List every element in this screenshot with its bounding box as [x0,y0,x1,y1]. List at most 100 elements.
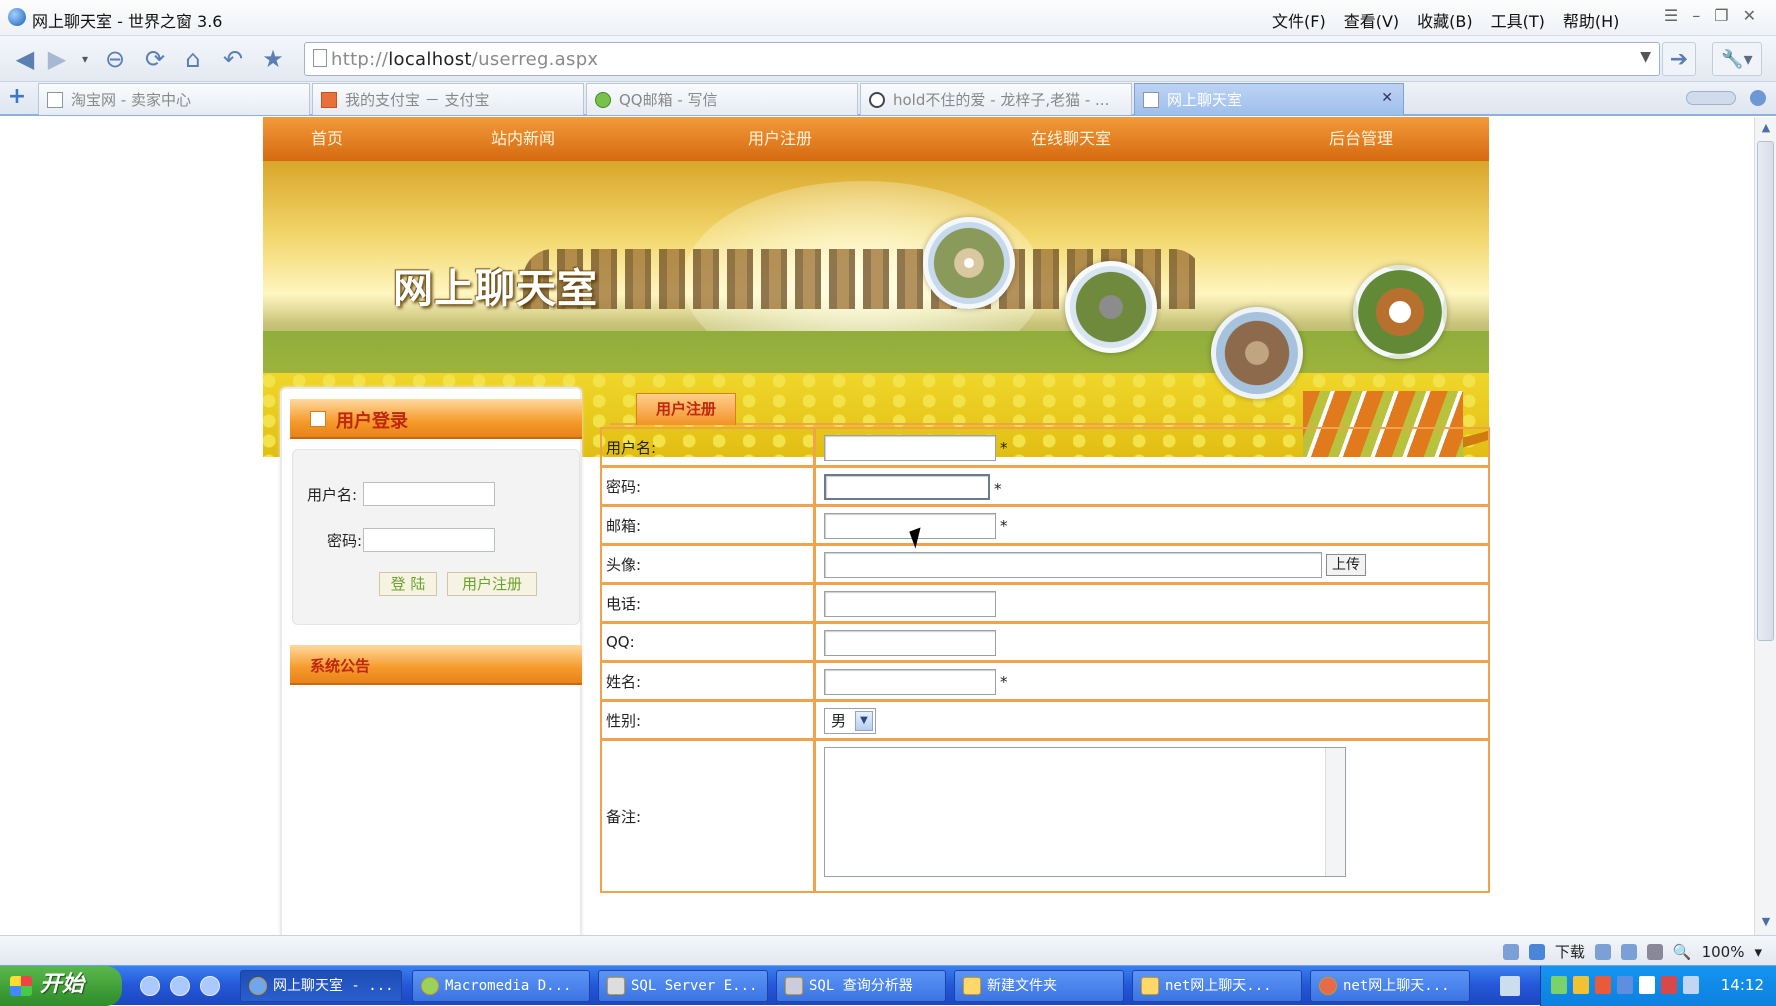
download-icon[interactable] [1528,943,1545,960]
tray-network-icon[interactable] [1551,976,1567,994]
tray-acrobat-icon[interactable] [1683,976,1699,994]
history-dropdown-icon[interactable]: ▾ [68,42,102,76]
password-input[interactable] [824,474,990,500]
download-label[interactable]: 下载 [1555,941,1585,962]
nav-admin[interactable]: 后台管理 [1329,117,1393,161]
taskbar-new-folder[interactable]: 新建文件夹 [954,970,1124,1002]
name-input[interactable] [824,669,996,695]
form-row-email: 邮箱: * [602,507,1488,546]
taskbar-dreamweaver[interactable]: Macromedia D... [412,970,590,1002]
tray-ime-icon[interactable] [1573,976,1589,994]
home-icon[interactable]: ⌂ [176,42,210,76]
login-password-input[interactable] [363,528,495,552]
remark-textarea[interactable] [824,747,1346,877]
form-row-username: 用户名: * [602,429,1488,468]
taskbar-net-folder[interactable]: net网上聊天... [1132,970,1302,1002]
tray-qq-icon[interactable] [1639,976,1655,994]
banner-title: 网上聊天室 [393,266,598,312]
tools-wrench-icon[interactable]: 🔧▾ [1712,42,1762,76]
chevron-down-icon[interactable]: ▼ [855,711,873,731]
desktop-icon[interactable] [170,976,190,996]
stop-icon[interactable]: ⊖ [98,42,132,76]
password-label: 密码: [327,532,363,550]
field-label: 备注: [602,741,816,891]
scroll-up-icon[interactable]: ▲ [1758,121,1774,137]
refresh-icon[interactable]: ⟳ [138,42,172,76]
textarea-scrollbar[interactable] [1325,748,1345,876]
tab-music[interactable]: hold不住的爱 - 龙梓子,老猫 - ... [860,83,1132,115]
back-icon[interactable]: ◀ [8,42,42,76]
taskbar-chatroom[interactable]: 网上聊天室 - ... [240,970,402,1002]
browser-window: 网上聊天室 - 世界之窗 3.6 文件(F) 查看(V) 收藏(B) 工具(T)… [0,0,1776,1006]
login-button[interactable]: 登 陆 [379,572,437,596]
browser-logo-icon [249,977,267,995]
login-username-input[interactable] [363,482,495,506]
username-input[interactable] [824,435,996,461]
taskbar-sqlserver[interactable]: SQL Server E... [598,970,768,1002]
scroll-thumb[interactable] [1757,141,1774,641]
volume-icon[interactable] [1646,943,1663,960]
tab-taobao[interactable]: 淘宝网 - 卖家中心 [38,83,310,115]
zoom-level[interactable]: 100% [1702,943,1745,961]
address-bar[interactable]: http://localhost/userreg.aspx ▼ [304,42,1660,76]
keyboard-icon[interactable] [1500,976,1520,996]
menu-view[interactable]: 查看(V) [1344,8,1399,32]
system-tray: 14:12 [1540,966,1776,1006]
field-label: QQ: [602,624,816,660]
folder-icon [963,977,981,995]
page-scrollbar[interactable]: ▲ ▼ [1754,117,1776,935]
upload-button[interactable]: 上传 [1326,554,1366,576]
go-arrow-icon[interactable]: ➔ [1662,42,1696,76]
clipboard-icon[interactable] [1594,943,1611,960]
form-row-avatar: 头像: 上传 [602,546,1488,585]
undo-close-icon[interactable]: ↶ [216,42,250,76]
address-url[interactable]: http://localhost/userreg.aspx [331,49,598,70]
zoom-icon[interactable]: 🔍 [1673,943,1692,961]
phone-input[interactable] [824,591,996,617]
qq-input[interactable] [824,630,996,656]
taskbar-net-project[interactable]: net网上聊天... [1310,970,1470,1002]
tray-app-icon[interactable] [1617,976,1633,994]
ie-icon[interactable] [140,976,160,996]
menu-file[interactable]: 文件(F) [1272,8,1326,32]
nav-chatroom[interactable]: 在线聊天室 [1031,117,1111,161]
options-icon[interactable]: ☰ [1664,6,1678,25]
avatar-file-input[interactable] [824,552,1322,578]
close-window-icon[interactable]: ✕ [1743,6,1756,25]
screenshot-icon[interactable] [1620,943,1637,960]
required-mark: * [1000,517,1008,535]
tab-scroll-icon[interactable] [1686,91,1736,105]
menu-favorites[interactable]: 收藏(B) [1417,8,1472,32]
nav-home[interactable]: 首页 [311,117,343,161]
login-panel: 用户名: 密码: 登 陆 用户注册 [292,449,580,625]
zoom-dropdown-icon[interactable]: ▾ [1754,943,1762,961]
tab-list-icon[interactable] [1750,90,1766,106]
close-tab-icon[interactable]: ✕ [1381,90,1393,106]
window-controls: ☰ – ❐ ✕ [1664,6,1756,25]
tab-chatroom[interactable]: 网上聊天室 ✕ [1134,83,1404,115]
minimize-icon[interactable]: – [1692,6,1700,25]
new-tab-icon[interactable]: + [6,86,28,109]
menu-tools[interactable]: 工具(T) [1491,8,1545,32]
tab-alipay[interactable]: 我的支付宝 － 支付宝 [312,83,584,115]
nav-news[interactable]: 站内新闻 [491,117,555,161]
gender-select[interactable]: 男 ▼ [824,708,876,734]
register-tab[interactable]: 用户注册 [636,393,736,425]
menu-help[interactable]: 帮助(H) [1563,8,1620,32]
browser-icon[interactable] [200,976,220,996]
start-button[interactable]: 开始 [0,966,122,1006]
nav-register[interactable]: 用户注册 [748,117,812,161]
tray-security-icon[interactable] [1595,976,1611,994]
scroll-down-icon[interactable]: ▼ [1758,915,1774,931]
register-link-button[interactable]: 用户注册 [447,572,537,596]
restore-icon[interactable]: ❐ [1714,6,1728,25]
announcement-title: 系统公告 [310,657,371,675]
favorite-star-icon[interactable]: ★ [256,42,290,76]
tray-close-icon[interactable] [1661,976,1677,994]
page-status-icon[interactable] [1502,943,1519,960]
taskbar-query-analyzer[interactable]: SQL 查询分析器 [776,970,946,1002]
tab-qqmail[interactable]: QQ邮箱 - 写信 [586,83,858,115]
field-label: 用户名: [602,429,816,465]
address-dropdown-icon[interactable]: ▼ [1640,49,1651,65]
login-title: 用户登录 [336,411,408,432]
